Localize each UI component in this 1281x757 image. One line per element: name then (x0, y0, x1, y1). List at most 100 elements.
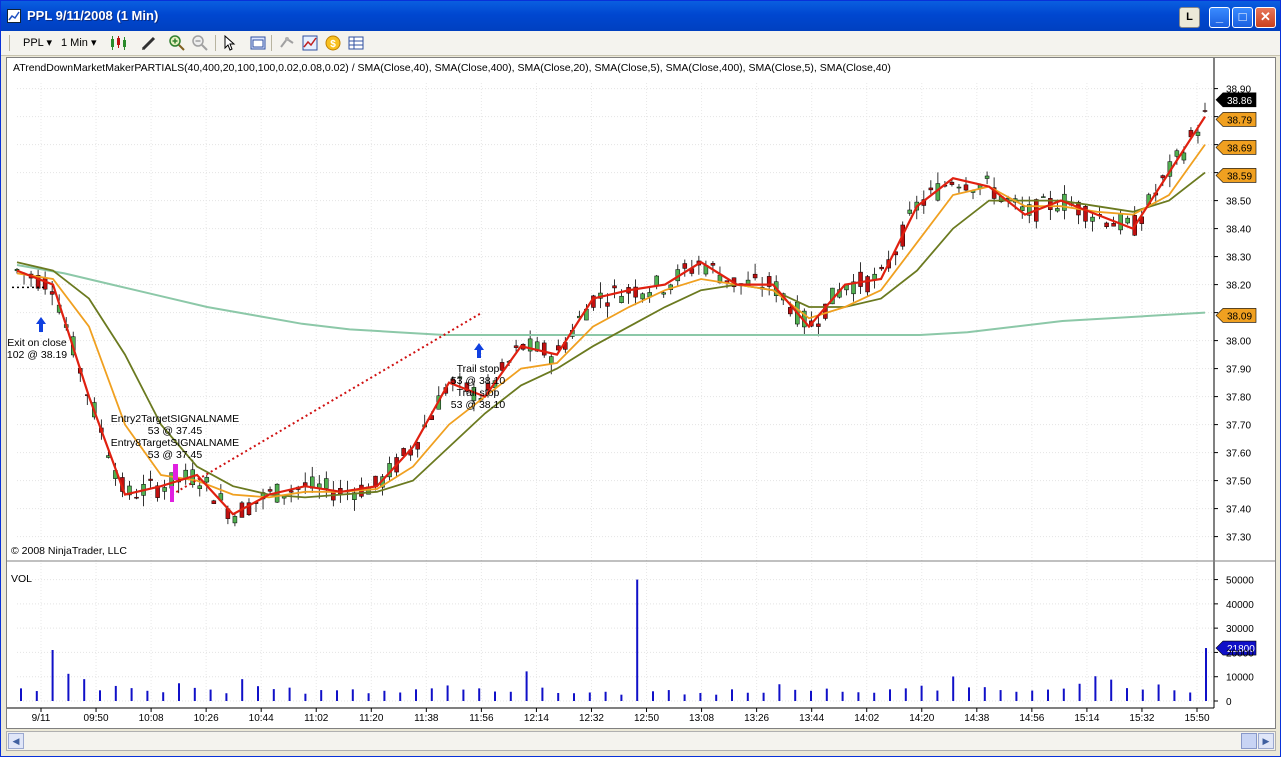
alert-icon[interactable]: $ (325, 35, 341, 51)
volume-tick-label: 30000 (1226, 624, 1254, 635)
candle-body (788, 307, 793, 315)
volume-bar (541, 687, 544, 701)
candle-body (1111, 223, 1116, 227)
volume-bar (146, 690, 149, 701)
candle-body (415, 442, 420, 450)
volume-bar (525, 671, 528, 701)
scroll-right-arrow[interactable]: ▶ (1258, 733, 1274, 749)
candle-body (1195, 131, 1201, 136)
volume-bar (731, 689, 733, 701)
volume-tick-label: 0 (1226, 697, 1232, 708)
volume-tick-label: 50000 (1226, 576, 1254, 587)
price-tick-label: 37.30 (1226, 533, 1251, 544)
volume-bar (620, 694, 623, 701)
svg-text:$: $ (330, 39, 336, 50)
candle-body (288, 490, 294, 493)
trade-annotation: Trail stop (457, 363, 500, 375)
volume-bar (1126, 688, 1128, 701)
time-tick-label: 13:26 (744, 713, 769, 724)
candle-body (710, 263, 716, 266)
time-tick-label: 12:14 (524, 713, 549, 724)
volume-bar (999, 690, 1002, 701)
candle-body (134, 496, 139, 499)
instrument-selector[interactable]: PPL ▾ (23, 35, 52, 51)
time-tick-label: 14:20 (909, 713, 934, 724)
pointer-icon[interactable] (222, 34, 238, 51)
title-bar[interactable]: PPL 9/11/2008 (1 Min) L _ □ ✕ (1, 1, 1280, 31)
time-tick-label: 14:02 (854, 713, 879, 724)
candle-body (513, 345, 519, 348)
trade-annotation: Trail stop (457, 387, 500, 399)
close-button[interactable]: ✕ (1255, 7, 1276, 28)
volume-bar (130, 688, 133, 701)
volume-bar (810, 690, 812, 701)
zoom-out-icon[interactable] (192, 35, 208, 51)
toolbar-separator (215, 35, 216, 51)
price-tick-label: 38.20 (1226, 281, 1251, 292)
trade-annotation: Exit on close (7, 337, 67, 349)
chart-panel[interactable]: 38.9038.8038.7038.6038.5038.4038.3038.20… (6, 57, 1276, 729)
volume-bar (67, 673, 70, 701)
sma-line-400 (16, 264, 1206, 336)
time-tick-label: 15:32 (1129, 713, 1154, 724)
entry-arrow-icon (170, 486, 174, 502)
volume-bar (588, 692, 591, 701)
volume-bar (367, 693, 370, 701)
maximize-button[interactable]: □ (1232, 7, 1253, 28)
link-button[interactable]: L (1179, 7, 1200, 28)
volume-bar (952, 676, 955, 701)
volume-bars (20, 579, 1207, 701)
candle-body (984, 175, 990, 179)
volume-bar (1031, 690, 1034, 701)
volume-bar (936, 690, 939, 701)
volume-bar (1157, 684, 1160, 701)
volume-bar (257, 686, 259, 701)
trade-annotation: Entry8TargetSIGNALNAME (111, 437, 239, 449)
chart-style-icon[interactable] (302, 35, 318, 51)
volume-grid (7, 560, 1275, 702)
chart-canvas[interactable]: 38.9038.8038.7038.6038.5038.4038.3038.20… (7, 58, 1275, 728)
candle-body (619, 295, 624, 303)
trade-annotation: Entry2TargetSIGNALNAME (111, 413, 239, 425)
toolbar-grip (9, 35, 10, 51)
candle-body (1202, 110, 1208, 112)
time-tick-label: 12:32 (579, 713, 604, 724)
candle-body (907, 209, 913, 214)
candle-body (1174, 150, 1180, 157)
candle-body (267, 489, 273, 492)
volume-bar (889, 689, 891, 701)
time-tick-label: 11:02 (304, 713, 329, 724)
volume-bar (178, 683, 180, 701)
candle-body (373, 475, 378, 487)
strategy-icon[interactable] (279, 35, 295, 51)
time-tick-label: 9/11 (32, 713, 51, 724)
candle-body (956, 186, 962, 189)
volume-bar (920, 685, 923, 701)
time-tick-label: 14:38 (964, 713, 989, 724)
candle-body (816, 323, 821, 327)
trail-stop-arrow-icon (474, 343, 484, 358)
volume-bar (399, 692, 402, 701)
price-tick-label: 37.90 (1226, 365, 1251, 376)
price-marker-label: 38.69 (1227, 143, 1252, 154)
data-box-icon[interactable] (348, 35, 364, 51)
trade-annotation: 102 @ 38.19 (7, 349, 67, 361)
scroll-thumb[interactable] (1241, 733, 1257, 749)
candle-body (148, 478, 153, 481)
interval-selector[interactable]: 1 Min ▾ (61, 35, 96, 51)
volume-bar (1094, 676, 1097, 701)
volume-bar (383, 690, 386, 701)
price-tick-label: 37.40 (1226, 505, 1251, 516)
draw-pencil-icon[interactable] (141, 35, 157, 51)
candle-body (1090, 216, 1095, 222)
candle-body (1055, 208, 1060, 212)
volume-bar (351, 689, 354, 701)
chart-app-icon (7, 9, 21, 23)
minimize-button[interactable]: _ (1209, 7, 1230, 28)
properties-icon[interactable] (250, 35, 266, 51)
candlestick-icon[interactable] (109, 35, 126, 51)
candle-body (640, 293, 645, 300)
zoom-in-icon[interactable] (169, 35, 185, 51)
scroll-left-arrow[interactable]: ◀ (8, 733, 24, 749)
horizontal-scrollbar[interactable]: ◀ ▶ (6, 731, 1276, 751)
